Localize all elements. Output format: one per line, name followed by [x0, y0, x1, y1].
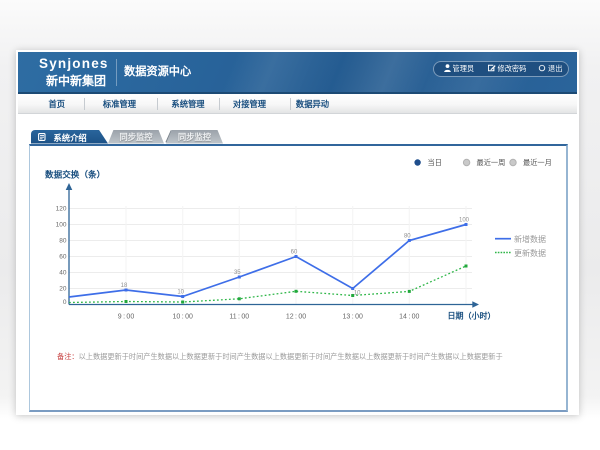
svg-text:100: 100 [459, 218, 470, 224]
svg-text:9 : 00: 9 : 00 [118, 314, 135, 321]
svg-text:14 : 00: 14 : 00 [399, 314, 419, 321]
svg-text:18: 18 [121, 283, 128, 289]
svg-text:10: 10 [354, 291, 361, 297]
svg-text:10 : 00: 10 : 00 [173, 314, 193, 321]
svg-text:40: 40 [59, 270, 67, 277]
svg-text:11 : 00: 11 : 00 [229, 314, 249, 321]
svg-text:20: 20 [59, 286, 67, 293]
svg-text:80: 80 [404, 234, 411, 240]
svg-text:0: 0 [63, 299, 67, 306]
svg-text:新增数据: 新增数据 [514, 234, 546, 244]
svg-text:数据交换（条）: 数据交换（条） [45, 169, 105, 180]
svg-text:最近一月: 最近一月 [523, 158, 552, 167]
svg-text:最近一周: 最近一周 [477, 158, 506, 167]
svg-text:120: 120 [56, 206, 67, 213]
svg-text:13 : 00: 13 : 00 [343, 314, 363, 321]
svg-text:更新数据: 更新数据 [514, 248, 546, 258]
svg-text:当日: 当日 [428, 158, 442, 167]
svg-text:60: 60 [59, 254, 67, 261]
svg-text:10: 10 [177, 290, 184, 296]
svg-text:12 : 00: 12 : 00 [286, 314, 306, 321]
svg-text:80: 80 [59, 238, 67, 245]
svg-text:35: 35 [234, 270, 241, 276]
svg-text:100: 100 [56, 222, 67, 229]
svg-text:日期（小时）: 日期（小时） [448, 311, 496, 321]
svg-text:60: 60 [291, 250, 298, 256]
